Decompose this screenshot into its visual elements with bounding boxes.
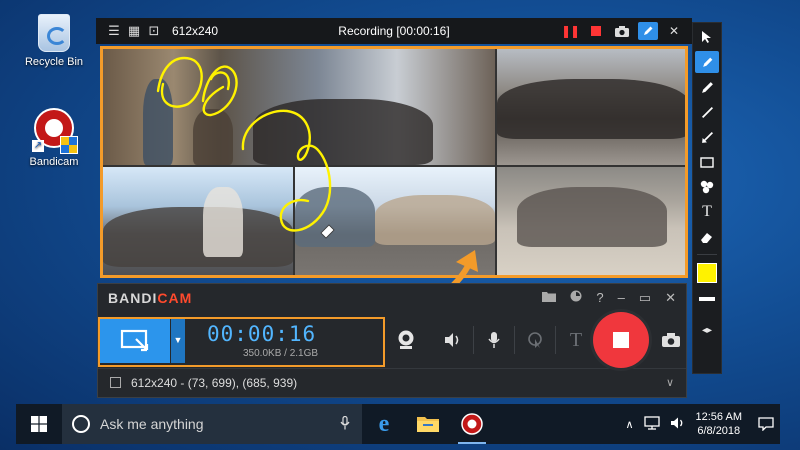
fullscreen-region-icon[interactable]: ▦ bbox=[124, 23, 144, 39]
region-coordinates: 612x240 - (73, 699), (685, 939) bbox=[131, 375, 298, 390]
minimize-icon[interactable]: – bbox=[618, 290, 625, 306]
action-center-button[interactable] bbox=[752, 404, 780, 444]
recording-timer-panel: 00:00:16 350.0KB / 2.1GB bbox=[187, 317, 387, 363]
desktop-icon-label: Recycle Bin bbox=[24, 56, 84, 68]
bandicam-control-row: ▼ 00:00:16 350.0KB / 2.1GB T ❚❚ bbox=[98, 312, 686, 368]
desktop-icon-bandicam[interactable]: ↗ Bandicam bbox=[14, 108, 94, 168]
folder-icon bbox=[417, 417, 439, 432]
pen-icon[interactable] bbox=[638, 22, 658, 40]
speaker-button[interactable] bbox=[433, 317, 473, 363]
clock-date: 6/8/2018 bbox=[697, 425, 741, 437]
counter-icon[interactable] bbox=[695, 176, 719, 198]
recording-timer: 00:00:16 bbox=[207, 321, 317, 346]
recording-titlebar: ☰ ▦ ⊡ 612x240 Recording [00:00:16] ❚❚ ✕ bbox=[96, 18, 692, 44]
region-status-bar: 612x240 - (73, 699), (685, 939) ∨ bbox=[98, 368, 686, 396]
help-icon[interactable]: ? bbox=[596, 290, 603, 306]
notification-icon bbox=[758, 417, 774, 431]
recording-area[interactable] bbox=[100, 46, 688, 278]
maximize-icon[interactable]: ▭ bbox=[639, 290, 651, 306]
recording-size-label: 612x240 bbox=[172, 24, 219, 38]
webcam-button[interactable] bbox=[387, 317, 425, 363]
line-icon[interactable] bbox=[695, 101, 719, 123]
microphone-button[interactable] bbox=[474, 317, 514, 363]
camera-icon bbox=[662, 333, 680, 347]
stop-icon[interactable] bbox=[586, 22, 606, 40]
recycle-bin-icon bbox=[38, 14, 70, 52]
highlighter-icon[interactable] bbox=[695, 76, 719, 98]
clock-time: 12:56 AM bbox=[695, 411, 742, 423]
bandicam-titlebar: BANDICAM ? – ▭ ✕ bbox=[98, 284, 686, 312]
network-icon[interactable] bbox=[643, 415, 660, 433]
bandicam-app-icon: ↗ bbox=[32, 108, 78, 154]
mode-dropdown-chevron-icon[interactable]: ▼ bbox=[171, 317, 185, 363]
cortana-search-box[interactable]: Ask me anything bbox=[62, 404, 362, 444]
speaker-icon bbox=[445, 333, 459, 347]
menu-icon[interactable]: ☰ bbox=[104, 23, 124, 39]
windows-logo-icon bbox=[31, 416, 47, 432]
desktop-icon-recycle-bin[interactable]: Recycle Bin bbox=[14, 14, 94, 68]
bandicam-record-icon bbox=[461, 413, 483, 435]
pen-icon[interactable] bbox=[695, 51, 719, 73]
start-button[interactable] bbox=[16, 404, 62, 444]
chevron-down-icon[interactable]: ∨ bbox=[666, 376, 674, 389]
resize-icon[interactable]: ◂▸ bbox=[695, 319, 719, 341]
search-placeholder: Ask me anything bbox=[100, 416, 204, 432]
edge-icon: e bbox=[378, 410, 390, 437]
stop-recording-button[interactable] bbox=[593, 312, 649, 368]
microphone-icon[interactable] bbox=[340, 415, 350, 433]
recording-frame: ☰ ▦ ⊡ 612x240 Recording [00:00:16] ❚❚ ✕ bbox=[96, 18, 692, 280]
timer-icon[interactable] bbox=[570, 290, 582, 306]
target-window-icon[interactable]: ⊡ bbox=[144, 23, 164, 39]
bandicam-logo: BANDICAM bbox=[108, 290, 193, 306]
mouse-effect-button[interactable] bbox=[515, 317, 555, 363]
pause-icon[interactable]: ❚❚ bbox=[560, 22, 580, 40]
taskbar-clock[interactable]: 12:56 AM 6/8/2018 bbox=[696, 410, 742, 438]
folder-icon[interactable] bbox=[542, 290, 557, 306]
webcam-icon bbox=[398, 330, 414, 349]
arrow-icon[interactable] bbox=[695, 126, 719, 148]
drawing-toolbar: T ◂▸ bbox=[692, 22, 722, 374]
screen-recording-mode-button[interactable] bbox=[100, 317, 170, 363]
file-size-label: 350.0KB / 2.1GB bbox=[243, 347, 319, 359]
toolbar-divider bbox=[697, 254, 717, 255]
system-tray: ∧ 12:56 AM 6/8/2018 bbox=[625, 410, 752, 438]
cursor-icon[interactable] bbox=[695, 26, 719, 48]
camera-icon[interactable] bbox=[612, 22, 632, 40]
taskbar-bandicam-button[interactable] bbox=[450, 404, 494, 444]
taskbar-edge-button[interactable]: e bbox=[362, 404, 406, 444]
taskbar: Ask me anything e ∧ 12:56 AM 6/8/2018 bbox=[16, 404, 780, 444]
color-swatch-yellow[interactable] bbox=[697, 263, 717, 283]
show-hidden-icons-chevron-icon[interactable]: ∧ bbox=[625, 418, 633, 431]
stop-icon bbox=[613, 332, 629, 348]
rectangle-icon[interactable] bbox=[695, 151, 719, 173]
text-icon[interactable]: T bbox=[695, 201, 719, 223]
yellow-pen-annotation bbox=[156, 56, 335, 239]
rectangle-mode-icon bbox=[120, 329, 149, 352]
line-thickness[interactable] bbox=[697, 291, 717, 307]
close-icon[interactable]: ✕ bbox=[664, 22, 684, 40]
region-checkbox[interactable] bbox=[110, 377, 121, 388]
desktop-icon-label: Bandicam bbox=[29, 156, 79, 168]
taskbar-file-explorer-button[interactable] bbox=[406, 404, 450, 444]
eraser-icon[interactable] bbox=[695, 226, 719, 248]
microphone-icon bbox=[488, 332, 500, 348]
close-icon[interactable]: ✕ bbox=[665, 290, 676, 306]
mouse-click-icon bbox=[528, 332, 542, 348]
volume-icon[interactable] bbox=[670, 416, 686, 433]
cortana-icon bbox=[72, 415, 90, 433]
screenshot-button[interactable] bbox=[656, 322, 686, 358]
bandicam-main-window: BANDICAM ? – ▭ ✕ ▼ 00:00:16 350.0KB / 2.… bbox=[97, 283, 687, 398]
text-overlay-button[interactable]: T bbox=[556, 317, 596, 363]
